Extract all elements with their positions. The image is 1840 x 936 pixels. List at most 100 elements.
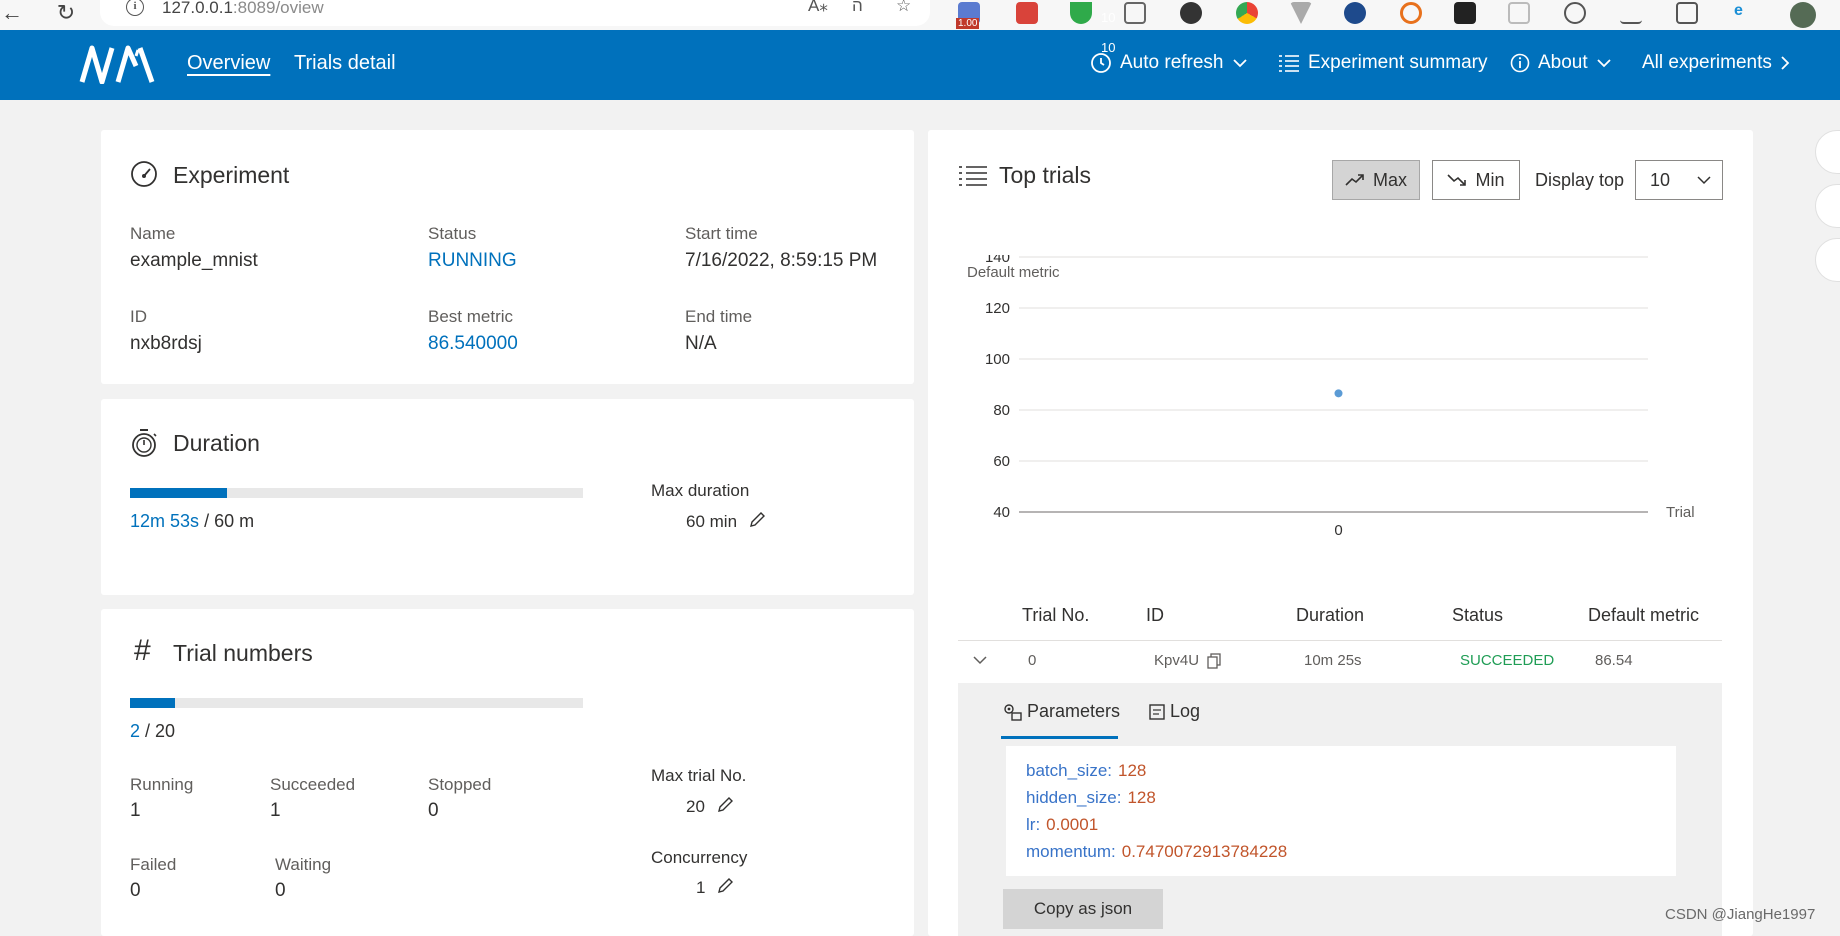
read-aloud-icon[interactable]: A⁎ <box>808 0 828 16</box>
trend-up-icon <box>1345 174 1364 186</box>
col-duration[interactable]: Duration <box>1296 605 1364 626</box>
favorite-add-icon[interactable]: ☆ <box>896 0 911 16</box>
row-metric: 86.54 <box>1595 652 1633 669</box>
log-icon <box>1149 703 1165 720</box>
col-id[interactable]: ID <box>1146 605 1164 626</box>
trial-progress-bar <box>130 698 583 708</box>
translate-icon[interactable]: ה <box>852 0 863 16</box>
edit-pencil-icon[interactable] <box>748 511 766 529</box>
row-duration: 10m 25s <box>1304 652 1362 669</box>
trial-progress-fill <box>130 698 176 708</box>
succeeded-count: 1 <box>270 800 281 821</box>
pdf-extension-icon[interactable] <box>1016 2 1038 24</box>
nni-logo[interactable] <box>78 44 156 84</box>
end-time-label: End time <box>685 307 753 326</box>
min-button[interactable]: Min <box>1432 160 1520 200</box>
copy-as-json-button[interactable]: Copy as json <box>1003 889 1163 929</box>
auto-refresh-label: Auto refresh <box>1120 52 1224 73</box>
experiment-status: RUNNING <box>428 250 517 271</box>
start-time-label: Start time <box>685 224 758 243</box>
duration-total: / 60 m <box>204 511 255 531</box>
concurrency: 1 <box>696 877 734 898</box>
status-label: Status <box>428 224 477 243</box>
col-status[interactable]: Status <box>1452 605 1503 626</box>
info-icon[interactable]: i <box>126 0 144 16</box>
address-bar[interactable]: i 127.0.0.1:8089/oview A⁎ ה ☆ <box>100 0 930 26</box>
param-value: 128 <box>1127 788 1156 807</box>
running-label: Running <box>130 775 194 794</box>
min-label: Min <box>1475 169 1505 190</box>
edit-pencil-icon[interactable] <box>716 796 734 814</box>
concurrency-label: Concurrency <box>651 848 748 867</box>
about-label: About <box>1538 52 1588 73</box>
display-top-select[interactable]: 10 <box>1635 160 1723 200</box>
trend-down-icon <box>1447 174 1467 186</box>
about-menu[interactable]: About <box>1510 52 1620 74</box>
waiting-count: 0 <box>275 880 286 901</box>
chart-y-tick-label: 100 <box>985 351 1010 368</box>
nav-trials-detail[interactable]: Trials detail <box>294 52 396 75</box>
side-panel-tab[interactable] <box>1815 130 1840 174</box>
shield-extension-icon[interactable] <box>1070 2 1092 24</box>
chart-y-tick-label: 60 <box>993 453 1010 470</box>
row-id: Kpv4U <box>1154 652 1200 669</box>
chevron-down-icon <box>1597 59 1611 68</box>
param-key: lr: <box>1026 815 1041 834</box>
max-button[interactable]: Max <box>1332 160 1420 200</box>
chart-x-axis-label: Trial <box>1666 504 1695 521</box>
param-key: batch_size: <box>1026 761 1112 780</box>
trial-progress-text: 2 / 20 <box>130 721 175 742</box>
max-trial: 20 <box>686 796 734 817</box>
row-expand-chevron-icon[interactable] <box>972 655 988 665</box>
reload-icon[interactable]: ↻ <box>54 2 78 26</box>
duration-progress-fill <box>130 488 228 498</box>
param-row: momentum: 0.7470072913784228 <box>1026 842 1287 862</box>
max-trial-value: 20 <box>686 797 705 816</box>
waiting-label: Waiting <box>275 855 332 874</box>
duration-title: Duration <box>173 430 260 456</box>
param-value: 128 <box>1118 761 1147 780</box>
all-experiments-label: All experiments <box>1642 52 1772 73</box>
copy-icon[interactable] <box>1207 653 1221 669</box>
chart-y-tick-label: 80 <box>993 402 1010 419</box>
duration-progress-bar <box>130 488 583 498</box>
top-trials-chart: Default metric 140 120 100 80 60 40 0 Trial <box>967 255 1695 539</box>
experiment-summary-button[interactable]: Experiment summary <box>1278 52 1488 74</box>
stopped-label: Stopped <box>428 775 492 794</box>
stopped-count: 0 <box>428 800 439 821</box>
max-duration-value: 60 min <box>686 512 738 531</box>
chart-data-point[interactable] <box>1334 389 1343 398</box>
id-label: ID <box>130 307 147 326</box>
tab-parameters-label: Parameters <box>1027 701 1121 721</box>
chevron-down-icon <box>1697 176 1711 185</box>
auto-refresh-menu[interactable]: Auto refresh <box>1090 52 1256 74</box>
tab-parameters[interactable]: Parameters <box>1003 701 1120 722</box>
top-trials-title: Top trials <box>999 162 1092 188</box>
max-duration: 60 min <box>686 511 766 532</box>
refresh-count: 10 <box>1101 10 1116 25</box>
col-default-metric[interactable]: Default metric <box>1588 605 1699 626</box>
url-text: 127.0.0.1:8089/oview <box>162 0 324 17</box>
experiment-summary-label: Experiment summary <box>1308 52 1488 73</box>
edit-pencil-icon[interactable] <box>716 877 734 895</box>
list-icon <box>959 166 987 186</box>
best-metric: 86.540000 <box>428 333 518 354</box>
all-experiments-link[interactable]: All experiments <box>1642 52 1798 74</box>
tab-log[interactable]: Log <box>1148 701 1200 722</box>
experiment-id: nxb8rdsj <box>130 333 202 354</box>
trial-numbers-title: Trial numbers <box>173 640 313 666</box>
experiment-name: example_mnist <box>130 250 258 271</box>
col-trial-no[interactable]: Trial No. <box>1022 605 1089 626</box>
chevron-right-icon <box>1781 56 1790 70</box>
nav-overview[interactable]: Overview <box>187 52 270 75</box>
max-label: Max <box>1372 169 1407 190</box>
param-value: 0.0001 <box>1046 815 1099 834</box>
side-panel-tab[interactable] <box>1815 238 1840 282</box>
speedometer-icon <box>131 161 157 187</box>
back-icon[interactable]: ← <box>0 2 24 26</box>
side-panel-tab[interactable] <box>1815 184 1840 228</box>
trials-total: / 20 <box>145 721 176 741</box>
stopwatch-icon <box>132 429 157 457</box>
param-key: momentum: <box>1026 842 1116 861</box>
list-icon <box>1279 55 1299 72</box>
